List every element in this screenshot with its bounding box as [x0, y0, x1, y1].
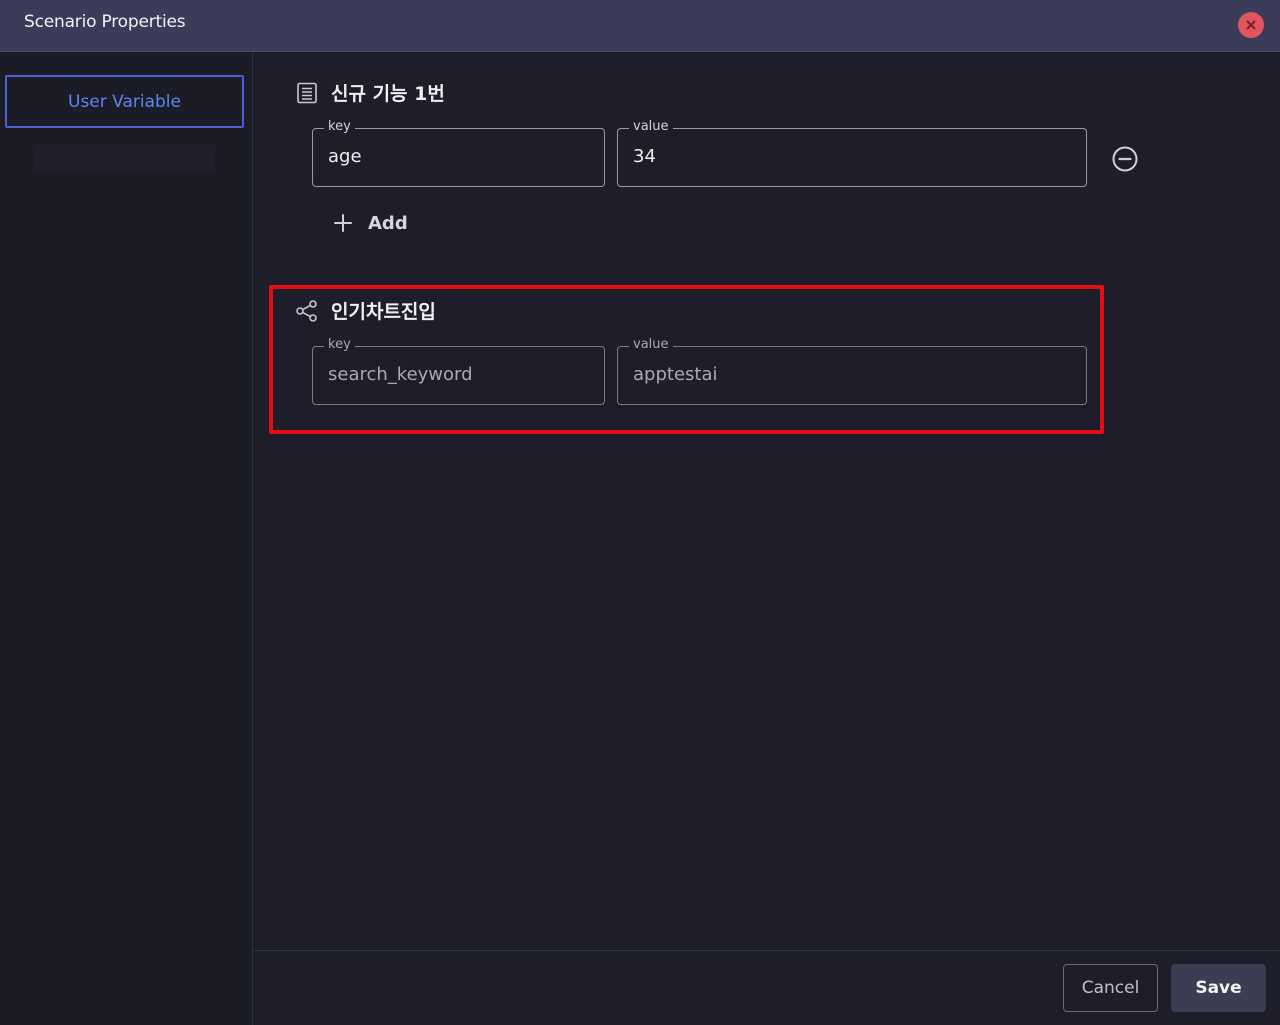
- group-title-2: 인기차트진입: [295, 297, 436, 324]
- title-bar: Scenario Properties: [0, 0, 1280, 52]
- remove-variable-button[interactable]: [1111, 145, 1139, 173]
- add-label: Add: [368, 212, 408, 234]
- key-label: key: [324, 337, 355, 352]
- key-label: key: [324, 119, 355, 134]
- share-icon: [295, 299, 319, 323]
- value-value: 34: [633, 146, 656, 167]
- value-value: apptestai: [633, 364, 718, 385]
- sidebar-item-user-variable[interactable]: User Variable: [5, 75, 244, 128]
- close-icon: [1244, 18, 1258, 32]
- window-title: Scenario Properties: [24, 12, 186, 32]
- add-variable-button[interactable]: Add: [332, 212, 408, 234]
- key-value: age: [328, 146, 362, 167]
- group-title-text: 신규 기능 1번: [331, 83, 445, 105]
- sidebar: User Variable: [0, 52, 253, 1025]
- value-field[interactable]: value apptestai: [617, 337, 1087, 405]
- main-panel: 신규 기능 1번 key age value 34 Add 인기차트진입 key…: [254, 52, 1280, 950]
- key-field[interactable]: key search_keyword: [312, 337, 605, 405]
- group-title-text: 인기차트진입: [331, 301, 436, 323]
- value-label: value: [629, 337, 673, 352]
- minus-circle-icon: [1111, 145, 1139, 173]
- plus-icon: [332, 212, 354, 234]
- cancel-button[interactable]: Cancel: [1063, 964, 1158, 1012]
- sidebar-placeholder: [35, 145, 215, 171]
- save-button[interactable]: Save: [1171, 964, 1266, 1012]
- document-list-icon: [295, 81, 319, 105]
- close-button[interactable]: [1238, 12, 1264, 38]
- key-value: search_keyword: [328, 364, 473, 385]
- sidebar-item-label: User Variable: [68, 91, 181, 112]
- value-field[interactable]: value 34: [617, 119, 1087, 187]
- key-field[interactable]: key age: [312, 119, 605, 187]
- group-title-1: 신규 기능 1번: [295, 79, 445, 106]
- value-label: value: [629, 119, 673, 134]
- dialog-footer: Cancel Save: [254, 950, 1280, 1025]
